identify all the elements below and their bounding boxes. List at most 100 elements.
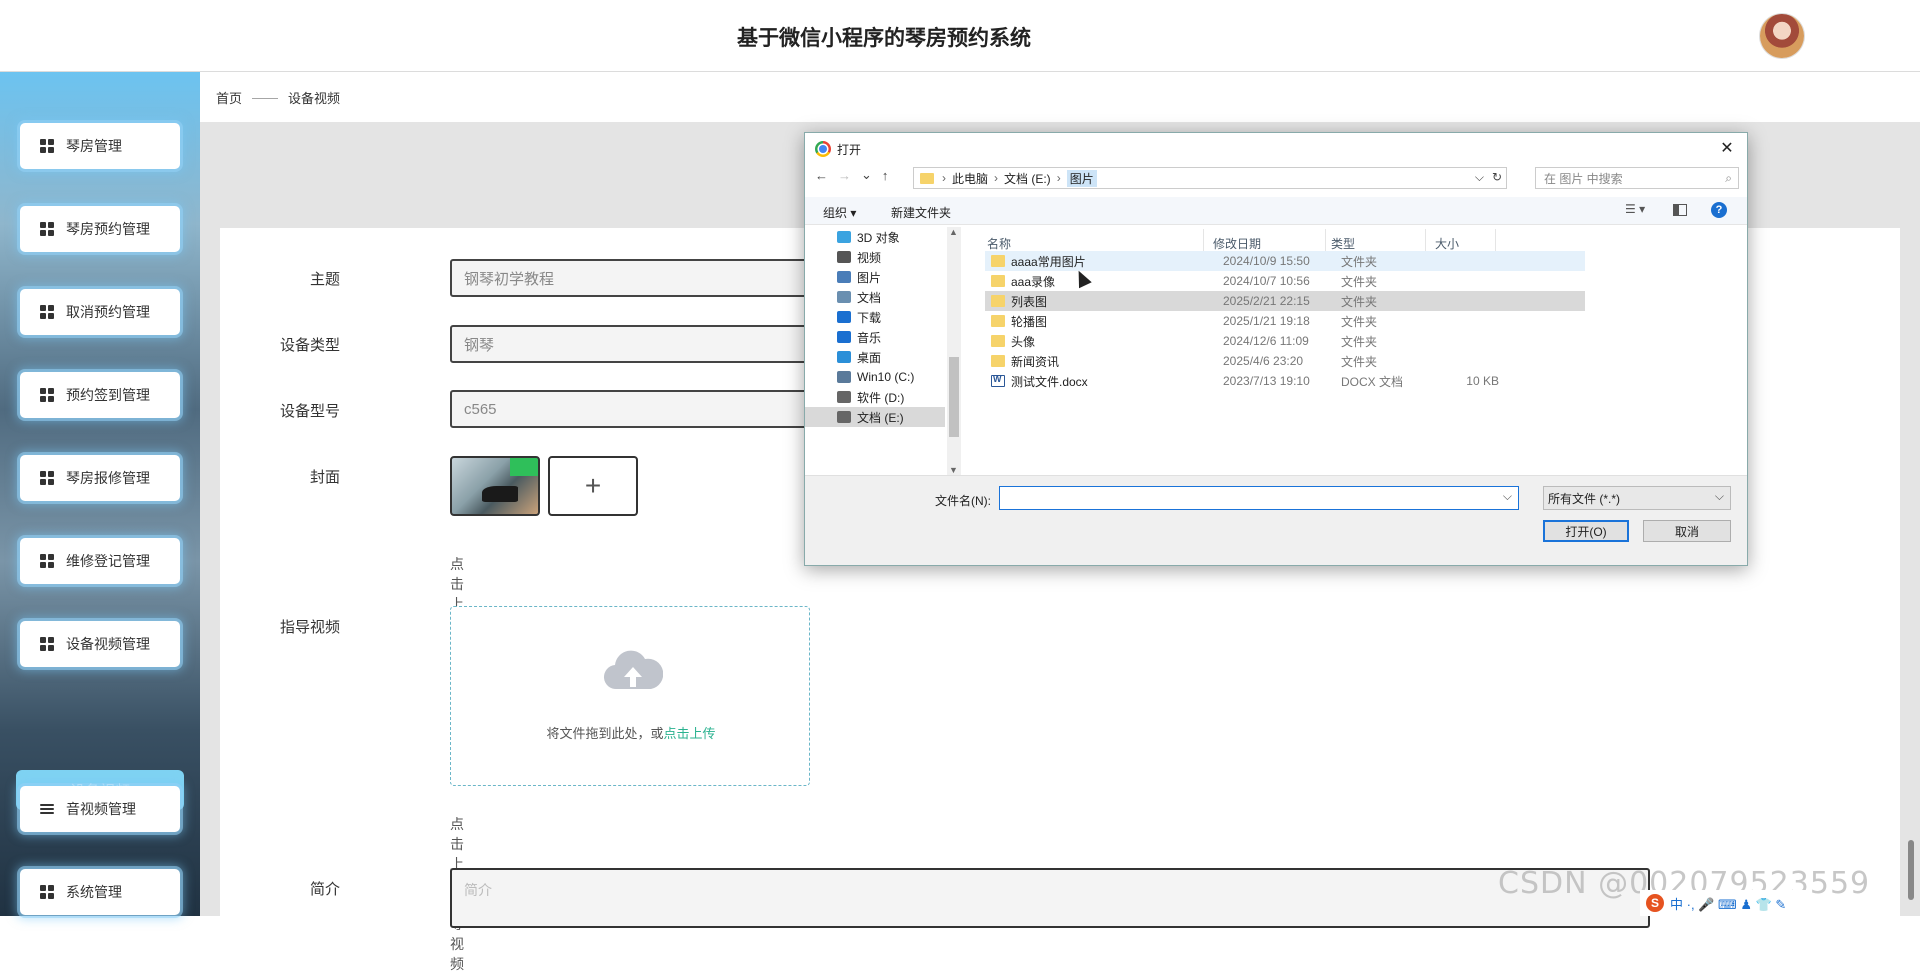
recent-chevron-icon[interactable]: ⌄ xyxy=(861,167,872,183)
file-row[interactable]: 列表图 2025/2/21 22:15 文件夹 xyxy=(985,291,1585,311)
column-header-type[interactable]: 类型 xyxy=(1331,235,1355,252)
sidebar-item-label: 取消预约管理 xyxy=(66,304,150,320)
top-header: 基于微信小程序的琴房预约系统 xyxy=(0,0,1920,72)
chrome-icon xyxy=(815,141,831,157)
nav-item-documents[interactable]: 文档 xyxy=(805,287,945,307)
nav-item-drive-e[interactable]: 文档 (E:) xyxy=(805,407,945,427)
column-header-name[interactable]: 名称 xyxy=(987,235,1011,252)
column-header-size[interactable]: 大小 xyxy=(1435,235,1459,252)
dialog-nav-buttons: ← → ⌄ ↑ xyxy=(815,167,888,183)
address-bar[interactable]: › 此电脑 › 文档 (E:) › 图片 ⌵ ↻ xyxy=(913,167,1507,189)
file-row[interactable]: 测试文件.docx2023/7/13 19:10DOCX 文档10 KB xyxy=(985,371,1585,391)
nav-item-videos[interactable]: 视频 xyxy=(805,247,945,267)
file-row[interactable]: 头像 2024/12/6 11:09 文件夹 xyxy=(985,331,1585,351)
sogou-icon: S xyxy=(1646,894,1664,912)
dialog-title: 打开 xyxy=(837,142,862,157)
file-row[interactable]: aaaa常用图片 2024/10/9 15:50 文件夹 xyxy=(985,251,1585,271)
intro-label: 简介 xyxy=(309,881,340,898)
help-icon[interactable]: ? xyxy=(1711,202,1727,218)
grid-icon xyxy=(40,885,54,899)
filetype-select[interactable]: 所有文件 (*.*) xyxy=(1543,486,1731,510)
sidebar-item-checkin-management[interactable]: 预约签到管理 xyxy=(20,372,180,418)
search-icon: ⌕ xyxy=(1725,171,1732,185)
file-row[interactable]: 轮播图 2025/1/21 19:18 文件夹 xyxy=(985,311,1585,331)
grid-icon xyxy=(40,139,54,153)
path-segment[interactable]: 此电脑 xyxy=(952,170,988,187)
page-scrollbar[interactable] xyxy=(1908,840,1914,900)
ime-status: 中 ·, 🎤 ⌨ ♟ 👕 ✎ xyxy=(1670,896,1787,912)
view-options-icon[interactable]: ☰ ▾ xyxy=(1625,202,1645,216)
cover-label: 封面 xyxy=(309,469,340,486)
dialog-toolbar: 组织 ▾ 新建文件夹 ☰ ▾ ? xyxy=(805,197,1747,225)
grid-icon xyxy=(40,388,54,402)
sidebar-item-device-video-management[interactable]: 设备视频管理 xyxy=(20,621,180,667)
nav-item-pictures[interactable]: 图片 xyxy=(805,267,945,287)
upload-cloud-icon xyxy=(604,650,663,690)
sidebar-item-cancel-booking[interactable]: 取消预约管理 xyxy=(20,289,180,335)
sidebar-item-room-management[interactable]: 琴房管理 xyxy=(20,123,180,169)
grid-icon xyxy=(40,222,54,236)
music-icon xyxy=(837,331,851,343)
grid-icon xyxy=(40,637,54,651)
sidebar-item-repair-report[interactable]: 琴房报修管理 xyxy=(20,455,180,501)
up-arrow-icon[interactable]: ↑ xyxy=(882,168,889,183)
download-icon xyxy=(837,311,851,323)
subject-label: 主题 xyxy=(309,271,340,288)
folder-icon xyxy=(991,295,1005,307)
nav-item-music[interactable]: 音乐 xyxy=(805,327,945,347)
folder-icon xyxy=(920,172,934,184)
grid-icon xyxy=(40,554,54,568)
intro-textarea[interactable]: 简介 xyxy=(450,868,1650,928)
sidebar-item-repair-register[interactable]: 维修登记管理 xyxy=(20,538,180,584)
device-type-label: 设备类型 xyxy=(279,337,340,354)
sidebar-item-label: 维修登记管理 xyxy=(66,553,150,569)
list-icon xyxy=(40,804,54,814)
search-input[interactable]: 在 图片 中搜索 ⌕ xyxy=(1535,167,1739,189)
folder-icon xyxy=(991,315,1005,327)
navigation-pane: 3D 对象 视频 图片 文档 下载 音乐 桌面 Win10 (C:) 软件 (D… xyxy=(805,227,961,475)
column-header-date[interactable]: 修改日期 xyxy=(1213,235,1261,252)
chevron-down-icon[interactable]: ⌵ xyxy=(1475,170,1484,185)
user-avatar[interactable] xyxy=(1760,14,1804,58)
nav-item-desktop[interactable]: 桌面 xyxy=(805,347,945,367)
drive-icon xyxy=(837,371,851,383)
nav-item-drive-c[interactable]: Win10 (C:) xyxy=(805,367,945,387)
path-segment[interactable]: 文档 (E:) xyxy=(1004,170,1051,187)
back-arrow-icon[interactable]: ← xyxy=(815,168,828,183)
nav-item-downloads[interactable]: 下载 xyxy=(805,307,945,327)
file-open-dialog: 打开 ✕ ← → ⌄ ↑ › 此电脑 › 文档 (E:) › 图片 ⌵ ↻ 在 图… xyxy=(804,132,1748,566)
dialog-footer: 文件名(N): 所有文件 (*.*) 打开(O) 取消 xyxy=(805,475,1747,565)
forward-arrow-icon[interactable]: → xyxy=(838,168,851,183)
refresh-icon[interactable]: ↻ xyxy=(1492,170,1502,185)
nav-item-drive-d[interactable]: 软件 (D:) xyxy=(805,387,945,407)
new-folder-button[interactable]: 新建文件夹 xyxy=(891,204,951,221)
sidebar-item-booking-management[interactable]: 琴房预约管理 xyxy=(20,206,180,252)
word-document-icon xyxy=(991,374,1005,387)
cover-add-button[interactable]: + xyxy=(548,456,638,516)
folder-icon xyxy=(991,275,1005,287)
open-button[interactable]: 打开(O) xyxy=(1543,520,1629,542)
preview-pane-icon[interactable] xyxy=(1673,204,1687,216)
sidebar-item-system-management[interactable]: 系统管理 xyxy=(20,869,180,915)
sidebar-item-av-management[interactable]: 音视频管理 xyxy=(20,786,180,832)
folder-icon xyxy=(991,355,1005,367)
sidebar-item-label: 音视频管理 xyxy=(66,801,136,817)
nav-scrollbar[interactable]: ▲ ▼ xyxy=(947,227,961,475)
file-list: 名称 修改日期 类型 大小 aaaa常用图片 2024/10/9 15:50 文件夹… xyxy=(975,227,1745,475)
video-dropzone[interactable]: 将文件拖到此处，或点击上传 xyxy=(450,606,810,786)
path-segment-current[interactable]: 图片 xyxy=(1066,169,1097,187)
nav-item-3d-objects[interactable]: 3D 对象 xyxy=(805,227,945,247)
upload-link[interactable]: 点击上传 xyxy=(664,726,716,741)
close-icon[interactable]: ✕ xyxy=(1715,137,1739,159)
file-row[interactable]: 新闻资讯 2025/4/6 23:20 文件夹 xyxy=(985,351,1585,371)
filename-input[interactable] xyxy=(999,486,1519,510)
video-icon xyxy=(837,251,851,263)
cancel-button[interactable]: 取消 xyxy=(1643,520,1731,542)
cover-thumbnail[interactable] xyxy=(450,456,540,516)
organize-button[interactable]: 组织 ▾ xyxy=(823,204,856,221)
dropzone-text: 将文件拖到此处，或点击上传 xyxy=(546,726,716,741)
ime-toolbar[interactable]: S 中 ·, 🎤 ⌨ ♟ 👕 ✎ xyxy=(1640,890,1810,916)
sidebar: 琴房管理 琴房预约管理 取消预约管理 预约签到管理 琴房报修管理 维修登记管理 … xyxy=(0,72,200,916)
cube-icon xyxy=(837,231,851,243)
sidebar-item-label: 设备视频管理 xyxy=(66,636,150,652)
